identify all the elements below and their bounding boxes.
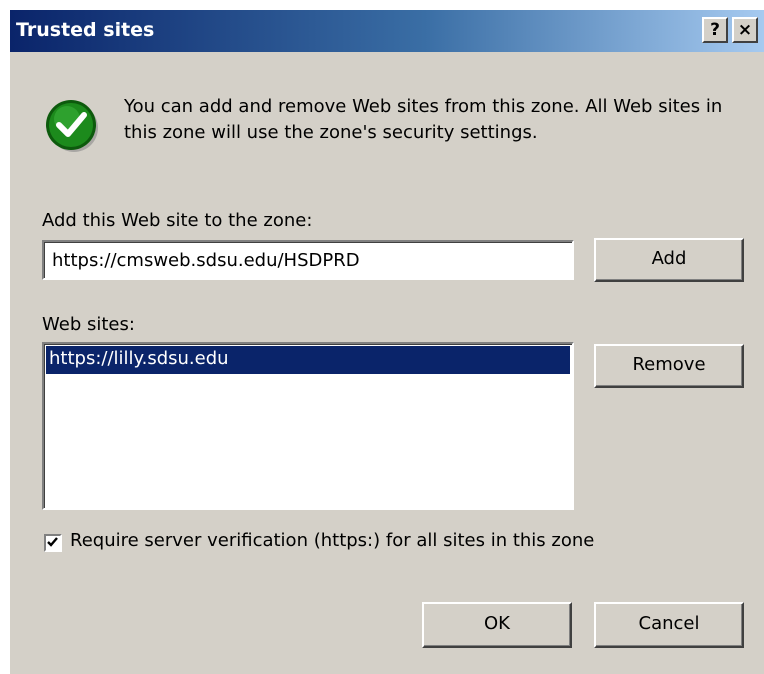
trusted-sites-dialog: Trusted sites ? × You can add and remove…	[8, 8, 764, 674]
checkmark-circle-icon	[46, 100, 98, 152]
cancel-button[interactable]: Cancel	[594, 602, 744, 648]
close-button[interactable]: ×	[732, 17, 758, 43]
list-item[interactable]: https://lilly.sdsu.edu	[46, 346, 570, 374]
title-bar[interactable]: Trusted sites ? ×	[10, 10, 764, 52]
require-verification-label[interactable]: Require server verification (https:) for…	[70, 530, 594, 551]
window-title: Trusted sites	[16, 19, 155, 41]
checkmark-icon	[47, 537, 58, 547]
ok-button[interactable]: OK	[422, 602, 572, 648]
website-input[interactable]	[42, 240, 574, 280]
add-site-label: Add this Web site to the zone:	[42, 210, 313, 231]
web-sites-label: Web sites:	[42, 314, 135, 335]
info-text: You can add and remove Web sites from th…	[124, 96, 723, 143]
web-sites-list[interactable]: https://lilly.sdsu.edu	[42, 342, 574, 510]
require-verification-checkbox[interactable]	[44, 534, 62, 552]
remove-button[interactable]: Remove	[594, 344, 744, 388]
help-button[interactable]: ?	[702, 17, 728, 43]
add-button[interactable]: Add	[594, 238, 744, 282]
